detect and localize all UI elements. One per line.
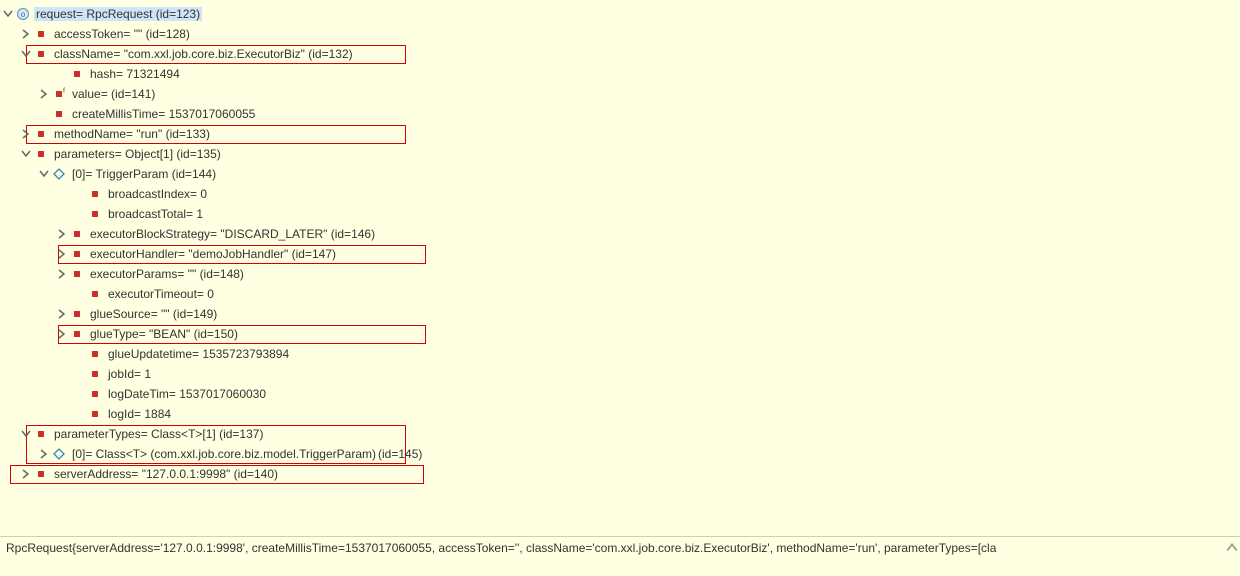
field-icon xyxy=(34,127,48,141)
tree-label: executorTimeout= 0 xyxy=(106,287,216,301)
variables-tree[interactable]: o request= RpcRequest (id=123) accessTok… xyxy=(0,0,1240,534)
tree-row-glueUpdatetime[interactable]: glueUpdatetime= 1535723793894 xyxy=(0,344,1240,364)
tree-label-suffix: (id=145) xyxy=(378,447,424,461)
tree-label: glueSource= "" (id=149) xyxy=(88,307,219,321)
tree-row-param0[interactable]: [0]= TriggerParam (id=144) xyxy=(0,164,1240,184)
tree-row-accessToken[interactable]: accessToken= "" (id=128) xyxy=(0,24,1240,44)
field-icon xyxy=(88,187,102,201)
tree-label: executorBlockStrategy= "DISCARD_LATER" (… xyxy=(88,227,377,241)
tree-label: executorHandler= "demoJobHandler" (id=14… xyxy=(88,247,338,261)
field-icon xyxy=(88,387,102,401)
scroll-up-icon[interactable] xyxy=(1226,542,1238,554)
tree-row-executorParams[interactable]: executorParams= "" (id=148) xyxy=(0,264,1240,284)
tree-label: [0]= Class<T> (com.xxl.job.core.biz.mode… xyxy=(70,447,378,461)
tree-row-executorBlockStrategy[interactable]: executorBlockStrategy= "DISCARD_LATER" (… xyxy=(0,224,1240,244)
tree-row-className[interactable]: className= "com.xxl.job.core.biz.Executo… xyxy=(0,44,1240,64)
tree-row-parameterType0[interactable]: [0]= Class<T> (com.xxl.job.core.biz.mode… xyxy=(0,444,1240,464)
tree-label: [0]= TriggerParam (id=144) xyxy=(70,167,218,181)
tree-label: glueType= "BEAN" (id=150) xyxy=(88,327,240,341)
field-icon xyxy=(70,327,84,341)
expand-toggle[interactable] xyxy=(54,226,70,242)
field-icon xyxy=(70,307,84,321)
tree-label: value= (id=141) xyxy=(70,87,157,101)
tree-label: broadcastIndex= 0 xyxy=(106,187,209,201)
expand-toggle[interactable] xyxy=(18,126,34,142)
expand-toggle[interactable] xyxy=(54,266,70,282)
expand-toggle[interactable] xyxy=(18,146,34,162)
tree-row-broadcastTotal[interactable]: broadcastTotal= 1 xyxy=(0,204,1240,224)
expand-toggle[interactable] xyxy=(54,246,70,262)
tree-label: broadcastTotal= 1 xyxy=(106,207,205,221)
field-icon xyxy=(88,347,102,361)
tree-label: hash= 71321494 xyxy=(88,67,182,81)
expand-toggle[interactable] xyxy=(36,446,52,462)
tree-row-jobId[interactable]: jobId= 1 xyxy=(0,364,1240,384)
field-icon xyxy=(70,227,84,241)
svg-text:o: o xyxy=(21,10,26,19)
tree-row-executorHandler[interactable]: executorHandler= "demoJobHandler" (id=14… xyxy=(0,244,1240,264)
object-icon: o xyxy=(16,7,30,21)
expand-toggle[interactable] xyxy=(0,6,16,22)
tree-label: parameters= Object[1] (id=135) xyxy=(52,147,223,161)
tree-row-request[interactable]: o request= RpcRequest (id=123) xyxy=(0,4,1240,24)
tree-label: className= "com.xxl.job.core.biz.Executo… xyxy=(52,47,355,61)
field-icon xyxy=(52,107,66,121)
expand-toggle[interactable] xyxy=(36,166,52,182)
tree-row-executorTimeout[interactable]: executorTimeout= 0 xyxy=(0,284,1240,304)
field-icon xyxy=(88,367,102,381)
tree-label: glueUpdatetime= 1535723793894 xyxy=(106,347,291,361)
expand-toggle[interactable] xyxy=(54,326,70,342)
detail-pane[interactable]: RpcRequest{serverAddress='127.0.0.1:9998… xyxy=(0,536,1240,576)
expand-toggle[interactable] xyxy=(18,26,34,42)
tree-row-parameterTypes[interactable]: parameterTypes= Class<T>[1] (id=137) xyxy=(0,424,1240,444)
expand-toggle[interactable] xyxy=(18,46,34,62)
field-icon xyxy=(88,287,102,301)
tree-row-hash[interactable]: hash= 71321494 xyxy=(0,64,1240,84)
tree-label: request= RpcRequest (id=123) xyxy=(34,7,202,21)
tree-label: jobId= 1 xyxy=(106,367,153,381)
field-icon xyxy=(34,427,48,441)
final-field-icon: f xyxy=(52,87,66,101)
tree-row-logId[interactable]: logId= 1884 xyxy=(0,404,1240,424)
array-element-icon xyxy=(52,447,66,461)
tree-row-glueSource[interactable]: glueSource= "" (id=149) xyxy=(0,304,1240,324)
tree-row-parameters[interactable]: parameters= Object[1] (id=135) xyxy=(0,144,1240,164)
array-element-icon xyxy=(52,167,66,181)
field-icon xyxy=(34,147,48,161)
tree-row-broadcastIndex[interactable]: broadcastIndex= 0 xyxy=(0,184,1240,204)
tree-row-value[interactable]: f value= (id=141) xyxy=(0,84,1240,104)
tree-row-createMillisTime[interactable]: createMillisTime= 1537017060055 xyxy=(0,104,1240,124)
field-icon xyxy=(34,47,48,61)
field-icon xyxy=(34,467,48,481)
expand-toggle[interactable] xyxy=(18,466,34,482)
tree-label: parameterTypes= Class<T>[1] (id=137) xyxy=(52,427,265,441)
tree-label: accessToken= "" (id=128) xyxy=(52,27,192,41)
tree-row-logDateTim[interactable]: logDateTim= 1537017060030 xyxy=(0,384,1240,404)
tree-row-serverAddress[interactable]: serverAddress= "127.0.0.1:9998" (id=140) xyxy=(0,464,1240,484)
tree-label: serverAddress= "127.0.0.1:9998" (id=140) xyxy=(52,467,280,481)
tree-row-glueType[interactable]: glueType= "BEAN" (id=150) xyxy=(0,324,1240,344)
tree-row-methodName[interactable]: methodName= "run" (id=133) xyxy=(0,124,1240,144)
field-icon xyxy=(34,27,48,41)
expand-toggle[interactable] xyxy=(18,426,34,442)
tree-label: createMillisTime= 1537017060055 xyxy=(70,107,257,121)
field-icon xyxy=(70,67,84,81)
tree-label: logDateTim= 1537017060030 xyxy=(106,387,268,401)
field-icon xyxy=(88,407,102,421)
tree-label: methodName= "run" (id=133) xyxy=(52,127,212,141)
svg-text:f: f xyxy=(63,88,65,95)
field-icon xyxy=(88,207,102,221)
tree-label: logId= 1884 xyxy=(106,407,173,421)
field-icon xyxy=(70,247,84,261)
tree-label: executorParams= "" (id=148) xyxy=(88,267,246,281)
expand-toggle[interactable] xyxy=(36,86,52,102)
field-icon xyxy=(70,267,84,281)
expand-toggle[interactable] xyxy=(54,306,70,322)
detail-text: RpcRequest{serverAddress='127.0.0.1:9998… xyxy=(6,541,996,555)
